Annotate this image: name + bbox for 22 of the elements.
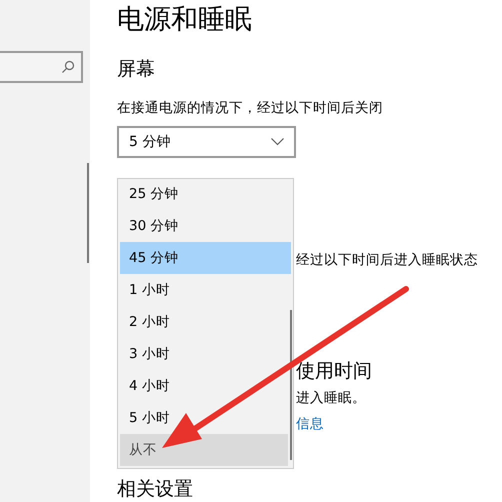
chevron-down-icon [271,138,284,146]
setting-label: 经过以下时间后进入睡眠状态 [296,251,479,270]
dropdown-option[interactable]: 1 小时 [120,274,288,306]
dropdown-option[interactable]: 2 小时 [120,306,288,338]
dropdown-option[interactable]: 45 分钟 [120,242,291,274]
setting-label: 在接通电源的情况下，经过以下时间后关闭 [117,99,384,118]
section-heading: 屏幕 [117,57,156,82]
search-field[interactable] [0,51,83,83]
timeout-dropdown[interactable]: 5 分钟 [117,126,296,158]
dropdown-option[interactable]: 5 小时 [120,402,288,434]
scrollbar-thumb[interactable] [87,163,89,263]
section-heading: 相关设置 [117,477,194,502]
scrollbar-thumb[interactable] [290,310,292,460]
page-title: 电源和睡眠 [117,3,253,37]
search-icon [61,60,75,74]
section-heading: 使用时间 [296,359,373,384]
dropdown-option[interactable]: 30 分钟 [120,210,288,242]
dropdown-option[interactable]: 4 小时 [120,370,288,402]
description-text: 进入睡眠。 [296,389,367,408]
info-link[interactable]: 信息 [296,414,502,434]
dropdown-option[interactable]: 25 分钟 [120,178,288,210]
dropdown-option[interactable]: 3 小时 [120,338,288,370]
